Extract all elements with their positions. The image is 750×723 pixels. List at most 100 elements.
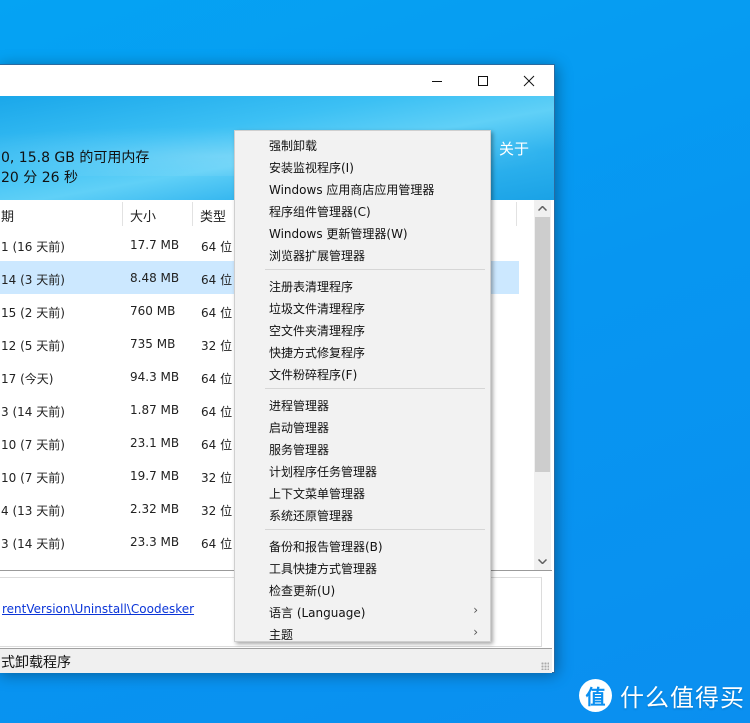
menu-item-label: 上下文菜单管理器 [269,487,366,501]
menu-item[interactable]: 快捷方式修复程序 [235,340,490,362]
cell-date: 4 (13 天前) [1,504,65,518]
close-button[interactable] [506,65,552,96]
cell-size: 760 MB [130,304,176,318]
menu-item-label: 安装监视程序(I) [269,161,354,175]
menu-item[interactable]: 浏览器扩展管理器 [235,243,490,265]
menu-item[interactable]: 进程管理器 [235,393,490,415]
memory-info: 0, 15.8 GB 的可用内存 [1,150,150,166]
column-header-size[interactable]: 大小 [130,206,156,225]
menu-item[interactable]: 备份和报告管理器(B) [235,534,490,556]
maximize-icon [478,75,488,86]
cell-type: 64 位 [201,372,233,386]
menu-item[interactable]: 垃圾文件清理程序 [235,296,490,318]
cell-date: 3 (14 天前) [1,537,65,551]
menu-separator [265,529,485,530]
status-bar: 式卸载程序 [0,648,552,673]
menu-item[interactable]: 文件粉碎程序(F) [235,362,490,384]
column-header-date[interactable]: 期 [1,206,14,225]
menu-item[interactable]: 计划程序任务管理器 [235,459,490,481]
menu-item[interactable]: 启动管理器 [235,415,490,437]
cell-date: 14 (3 天前) [1,273,65,287]
minimize-icon [432,80,442,82]
maximize-button[interactable] [460,65,506,96]
watermark: 值 什么值得买 [579,678,745,713]
menu-item[interactable]: 检查更新(U) [235,578,490,600]
cell-type: 64 位 [201,537,233,551]
menu-item[interactable]: 工具快捷方式管理器 [235,556,490,578]
cell-size: 94.3 MB [130,370,180,384]
menu-item[interactable]: Windows 更新管理器(W) [235,221,490,243]
column-separator[interactable] [192,202,193,226]
menu-item-label: 检查更新(U) [269,584,336,598]
menu-item-label: 垃圾文件清理程序 [269,302,366,316]
menu-item-label: 系统还原管理器 [269,509,354,523]
menu-item-label: 强制卸载 [269,139,318,153]
cell-date: 17 (今天) [1,372,54,386]
menu-item-label: 计划程序任务管理器 [269,465,378,479]
menu-item-label: 工具快捷方式管理器 [269,562,378,576]
menu-item[interactable]: 上下文菜单管理器 [235,481,490,503]
menu-item[interactable]: 注册表清理程序 [235,274,490,296]
cell-type: 32 位 [201,471,233,485]
menu-item[interactable]: Windows 应用商店应用管理器 [235,177,490,199]
registry-key-link[interactable]: rentVersion\Uninstall\Coodesker [2,602,194,616]
menu-item[interactable]: 程序组件管理器(C) [235,199,490,221]
cell-size: 23.1 MB [130,436,180,450]
menu-item-label: 备份和报告管理器(B) [269,540,383,554]
cell-date: 3 (14 天前) [1,405,65,419]
menu-item-label: 程序组件管理器(C) [269,205,371,219]
status-text: 式卸载程序 [1,655,71,671]
cell-type: 32 位 [201,504,233,518]
column-separator[interactable] [516,202,517,226]
cell-type: 32 位 [201,339,233,353]
cell-type: 64 位 [201,240,233,254]
menu-item-label: 主题 [269,628,294,642]
minimize-button[interactable] [414,65,460,96]
menu-item[interactable]: 语言 (Language) › [235,600,490,622]
uptime-info: 20 分 26 秒 [1,170,78,186]
cell-size: 735 MB [130,337,176,351]
cell-size: 19.7 MB [130,469,180,483]
watermark-logo-icon: 值 [579,679,612,712]
menu-item-label: 进程管理器 [269,399,330,413]
menu-item[interactable]: 服务管理器 [235,437,490,459]
menu-item[interactable]: 安装监视程序(I) [235,155,490,177]
vertical-scrollbar[interactable] [534,200,551,570]
menu-item-label: 语言 (Language) [269,606,366,620]
menu-item-label: 注册表清理程序 [269,280,354,294]
menu-item-label: 浏览器扩展管理器 [269,249,366,263]
scrollbar-thumb[interactable] [535,217,550,472]
menu-item[interactable]: 系统还原管理器 [235,503,490,525]
close-icon [523,75,535,86]
menu-item-label: Windows 应用商店应用管理器 [269,183,435,197]
cell-type: 64 位 [201,306,233,320]
menu-item-label: 文件粉碎程序(F) [269,368,358,382]
menu-item[interactable]: 空文件夹清理程序 [235,318,490,340]
cell-size: 17.7 MB [130,238,180,252]
cell-size: 23.3 MB [130,535,180,549]
menu-item-label: 快捷方式修复程序 [269,346,366,360]
cell-type: 64 位 [201,438,233,452]
about-button[interactable]: 关于 [499,137,529,160]
cell-date: 1 (16 天前) [1,240,65,254]
cell-size: 1.87 MB [130,403,180,417]
resize-grip-icon[interactable] [541,662,549,670]
cell-date: 12 (5 天前) [1,339,65,353]
title-bar [0,65,554,96]
cell-date: 10 (7 天前) [1,471,65,485]
column-header-type[interactable]: 类型 [200,206,226,225]
menu-item-label: 空文件夹清理程序 [269,324,366,338]
menu-item-label: 服务管理器 [269,443,330,457]
cell-type: 64 位 [201,273,233,287]
watermark-text: 什么值得买 [620,684,745,712]
menu-item-label: 启动管理器 [269,421,330,435]
cell-size: 8.48 MB [130,271,180,285]
menu-item-label: Windows 更新管理器(W) [269,227,408,241]
menu-item[interactable]: 强制卸载 [235,133,490,155]
menu-item[interactable]: 主题 › [235,622,490,644]
scroll-up-icon[interactable] [534,200,551,217]
scroll-down-icon[interactable] [534,553,551,570]
column-separator[interactable] [122,202,123,226]
cell-type: 64 位 [201,405,233,419]
tools-dropdown-menu: 强制卸载安装监视程序(I) Windows 应用商店应用管理器 程序组件管理器(C)… [234,130,491,642]
